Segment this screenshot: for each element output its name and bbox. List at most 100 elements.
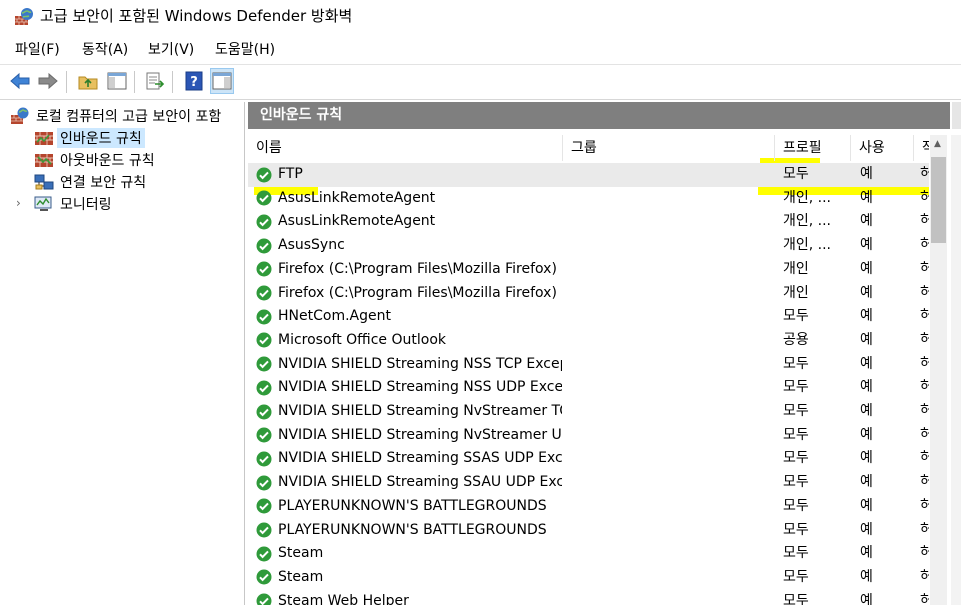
enabled-check-icon [256, 285, 272, 301]
toolbar-separator [172, 71, 173, 93]
rule-name: NVIDIA SHIELD Streaming NvStreamer U... [278, 426, 562, 443]
enabled-check-icon [256, 427, 272, 443]
back-button[interactable] [8, 68, 32, 94]
table-row[interactable]: HNetCom.Agent 모두 예 허 [248, 305, 929, 329]
rule-name: AsusLinkRemoteAgent [278, 213, 436, 230]
rule-enabled: 예 [860, 284, 873, 301]
vertical-scrollbar[interactable]: ▲ [930, 135, 947, 605]
table-row[interactable]: Firefox (C:\Program Files\Mozilla Firefo… [248, 282, 929, 306]
rule-action: 허 [920, 189, 929, 206]
rule-enabled: 예 [860, 426, 873, 443]
menu-file[interactable]: 파일(F) [15, 38, 60, 62]
column-header-name[interactable]: 이름 [248, 135, 563, 161]
table-row[interactable]: PLAYERUNKNOWN'S BATTLEGROUNDS 모두 예 허 [248, 495, 929, 519]
table-row[interactable]: AsusLinkRemoteAgent 개인, ... 예 허 [248, 187, 929, 211]
export-list-icon [146, 72, 165, 90]
tree-item-monitoring[interactable]: 모니터링 [34, 193, 112, 215]
tree-item-inbound-rules[interactable]: 인바운드 규칙 [34, 127, 145, 149]
table-row[interactable]: PLAYERUNKNOWN'S BATTLEGROUNDS 모두 예 허 [248, 519, 929, 543]
rule-profile: 개인, ... [783, 213, 832, 230]
firewall-globe-icon [15, 8, 33, 25]
rule-name: NVIDIA SHIELD Streaming NSS UDP Exce... [278, 379, 562, 396]
table-row[interactable]: Steam Web Helper 모두 예 허 [248, 590, 929, 605]
tree-item-connection-security[interactable]: 연결 보안 규칙 [34, 171, 146, 193]
back-arrow-icon [10, 72, 30, 90]
firewall-wall-icon [35, 154, 53, 167]
connection-security-icon [34, 174, 54, 190]
rule-profile: 개인 [783, 284, 809, 301]
rule-name-cell: NVIDIA SHIELD Streaming SSAU UDP Exc... [256, 471, 562, 494]
table-row[interactable]: Steam 모두 예 허 [248, 566, 929, 590]
firewall-globe-icon [11, 107, 29, 124]
rule-action: 허 [920, 426, 929, 443]
rule-name-cell: Steam [256, 542, 562, 565]
rule-name: FTP [278, 166, 303, 182]
table-row[interactable]: Microsoft Office Outlook 공용 예 허 [248, 329, 929, 353]
table-row[interactable]: NVIDIA SHIELD Streaming SSAS UDP Exc... 모… [248, 447, 929, 471]
monitor-icon [34, 196, 52, 211]
rule-profile: 모두 [783, 592, 809, 605]
table-row[interactable]: AsusSync 개인, ... 예 허 [248, 234, 929, 258]
expand-chevron-icon[interactable]: › [16, 196, 21, 210]
rule-name-cell: AsusLinkRemoteAgent [256, 210, 562, 233]
rule-profile: 모두 [783, 545, 809, 562]
menu-view[interactable]: 보기(V) [148, 38, 194, 62]
table-row[interactable]: NVIDIA SHIELD Streaming NvStreamer TC...… [248, 400, 929, 424]
tree-item-outbound-rules[interactable]: 아웃바운드 규칙 [34, 149, 155, 171]
enabled-check-icon [256, 569, 272, 585]
rule-action: 허 [920, 355, 929, 372]
tree-item-label: 모니터링 [60, 197, 112, 213]
table-row[interactable]: NVIDIA SHIELD Streaming NSS TCP Excep...… [248, 353, 929, 377]
table-row[interactable]: NVIDIA SHIELD Streaming SSAU UDP Exc... 모… [248, 471, 929, 495]
rule-enabled: 예 [860, 189, 873, 206]
rule-name: Microsoft Office Outlook [278, 331, 446, 348]
up-one-level-button[interactable] [76, 68, 100, 94]
enabled-check-icon [256, 332, 272, 348]
rule-action: 허 [920, 284, 929, 301]
enabled-check-icon [256, 404, 272, 419]
rule-name: NVIDIA SHIELD Streaming NSS TCP Excep... [278, 355, 562, 372]
table-row[interactable]: NVIDIA SHIELD Streaming NvStreamer U... 모… [248, 424, 929, 448]
rule-action: 허 [920, 450, 929, 467]
menu-help[interactable]: 도움말(H) [215, 38, 275, 62]
rule-enabled: 예 [860, 213, 873, 230]
table-row[interactable]: Steam 모두 예 허 [248, 542, 929, 566]
table-row[interactable]: AsusLinkRemoteAgent 개인, ... 예 허 [248, 210, 929, 234]
tree-item-root[interactable]: 로컬 컴퓨터의 고급 보안이 포함 [10, 105, 221, 127]
rule-name-cell: PLAYERUNKNOWN'S BATTLEGROUNDS [256, 495, 562, 518]
column-header-enabled[interactable]: 사용 [851, 135, 914, 161]
show-hide-tree-icon [107, 72, 127, 90]
table-row[interactable]: FTP 모두 예 허 [248, 163, 929, 187]
rule-name-cell: NVIDIA SHIELD Streaming NSS UDP Exce... [256, 376, 562, 399]
rule-profile: 모두 [783, 308, 809, 325]
rule-enabled: 예 [860, 592, 873, 605]
rule-profile: 모두 [783, 403, 809, 419]
toolbar: ? [0, 64, 961, 100]
column-header-profile[interactable]: 프로필 [775, 135, 851, 161]
enabled-check-icon [256, 309, 272, 325]
panel-header: 인바운드 규칙 [248, 102, 950, 129]
rule-name: HNetCom.Agent [278, 308, 391, 325]
table-row[interactable]: NVIDIA SHIELD Streaming NSS UDP Exce... 모… [248, 376, 929, 400]
show-hide-tree-button[interactable] [105, 68, 129, 94]
rule-enabled: 예 [860, 568, 873, 585]
help-button[interactable]: ? [182, 68, 206, 94]
forward-button[interactable] [36, 68, 60, 94]
scroll-up-icon[interactable]: ▲ [934, 139, 941, 149]
scroll-thumb[interactable] [931, 157, 946, 243]
rule-profile: 모두 [783, 379, 809, 396]
menu-action[interactable]: 동작(A) [82, 38, 128, 62]
tree-item-label: 인바운드 규칙 [57, 128, 145, 148]
rule-action: 허 [920, 166, 929, 182]
rule-name-cell: HNetCom.Agent [256, 305, 562, 328]
column-header-action[interactable]: 작 [914, 135, 929, 161]
rule-profile: 모두 [783, 166, 809, 182]
rule-name: PLAYERUNKNOWN'S BATTLEGROUNDS [278, 521, 547, 538]
action-pane-edge [951, 135, 961, 605]
rule-name-cell: NVIDIA SHIELD Streaming NSS TCP Excep... [256, 353, 562, 376]
action-pane-button[interactable] [210, 68, 234, 94]
rule-enabled: 예 [860, 237, 873, 254]
export-list-button[interactable] [143, 68, 167, 94]
table-row[interactable]: Firefox (C:\Program Files\Mozilla Firefo… [248, 258, 929, 282]
sort-caret-icon: ^ [664, 135, 672, 140]
